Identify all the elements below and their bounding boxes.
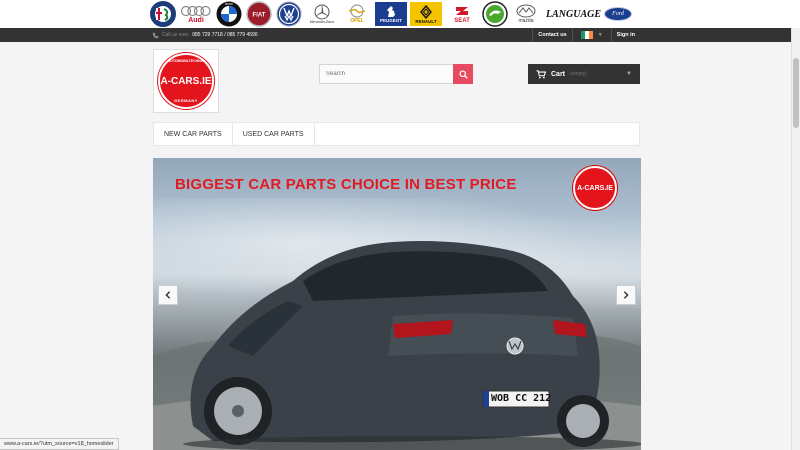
- slider-logo-badge: A-CARS.IE: [573, 166, 617, 210]
- cart-button[interactable]: Cart (empty) ▼: [528, 64, 640, 84]
- renault-label: RENAULT: [415, 18, 437, 24]
- page-scrollbar[interactable]: [791, 28, 800, 450]
- opel-label: OPEL: [350, 18, 364, 24]
- ford-logo[interactable]: Ford: [604, 7, 633, 21]
- volkswagen-logo[interactable]: [276, 1, 302, 27]
- search-input[interactable]: [319, 64, 453, 84]
- opel-logo[interactable]: OPEL: [342, 1, 372, 27]
- volkswagen-icon: [276, 1, 302, 27]
- phone-icon: [152, 32, 159, 39]
- chevron-right-icon: [623, 291, 629, 299]
- bmw-icon: BMW: [216, 1, 242, 27]
- skoda-icon: [482, 1, 508, 27]
- seat-icon: [456, 7, 468, 15]
- scrollbar-thumb[interactable]: [793, 58, 799, 128]
- call-us-label: Call us now:: [162, 32, 190, 38]
- audi-rings-icon: [180, 5, 211, 16]
- cart-status: (empty): [570, 71, 587, 77]
- peugeot-lion-icon: [387, 6, 395, 17]
- status-bar-url: www.a-cars.ie/?utm_source=v18_homeslider: [0, 438, 119, 450]
- alfa-romeo-icon: [150, 1, 176, 27]
- ford-label: Ford: [612, 11, 624, 17]
- peugeot-label: PEUGEOT: [379, 18, 402, 23]
- logo-ring-bottom: GERMANY: [174, 98, 198, 103]
- chevron-down-icon: ▼: [597, 32, 603, 38]
- mazda-label: mazda: [518, 18, 534, 24]
- cart-icon: [536, 69, 546, 78]
- header: AUTOMOBILTECHNIK A-CARS.IE GERMANY Cart …: [0, 42, 800, 122]
- language-selector[interactable]: ▼: [571, 28, 611, 42]
- mazda-icon: [516, 4, 536, 18]
- fiat-logo[interactable]: FIAT: [245, 1, 273, 27]
- slider-next-button[interactable]: [616, 285, 636, 305]
- svg-text:BMW: BMW: [225, 2, 233, 6]
- seat-label: SEAT: [454, 18, 470, 24]
- top-bar: Call us now: 085 729 7718 / 085 779 4590…: [0, 28, 800, 42]
- call-us: Call us now: 085 729 7718 / 085 779 4590: [152, 28, 258, 42]
- slider-headline: BIGGEST CAR PARTS CHOICE IN BEST PRICE: [175, 176, 517, 193]
- sign-in-link[interactable]: Sign in: [610, 28, 640, 42]
- slider-prev-button[interactable]: [158, 285, 178, 305]
- top-right-nav: Contact us ▼ Sign in: [532, 28, 640, 42]
- search-icon: [458, 69, 468, 79]
- menu-item-new-car-parts[interactable]: NEW CAR PARTS: [154, 123, 233, 145]
- bmw-logo[interactable]: BMW: [216, 1, 242, 27]
- opel-icon: [348, 4, 366, 18]
- phone-number: 085 729 7718 / 085 779 4590: [192, 32, 258, 38]
- cart-label: Cart: [551, 70, 566, 78]
- license-plate: WOB CC 212: [491, 393, 552, 404]
- logo-main-text: A-CARS.IE: [160, 75, 212, 87]
- slider-badge-text: A-CARS.IE: [577, 184, 613, 192]
- alfa-romeo-logo[interactable]: [150, 1, 176, 27]
- site-logo[interactable]: AUTOMOBILTECHNIK A-CARS.IE GERMANY: [153, 49, 219, 113]
- brand-logo-strip: Audi BMW FIAT Mercedes-Benz OPEL PEUGEOT…: [0, 0, 800, 28]
- mercedes-label: Mercedes-Benz: [309, 20, 335, 24]
- main-menu: NEW CAR PARTS USED CAR PARTS: [153, 122, 640, 146]
- home-slider[interactable]: BIGGEST CAR PARTS CHOICE IN BEST PRICE W…: [153, 158, 641, 450]
- seat-logo[interactable]: SEAT: [445, 1, 479, 27]
- brand-logos: Audi BMW FIAT Mercedes-Benz OPEL PEUGEOT…: [150, 1, 633, 27]
- fiat-icon: FIAT: [246, 1, 272, 27]
- language-label[interactable]: LANGUAGE: [546, 9, 601, 20]
- logo-ring-top: AUTOMOBILTECHNIK: [167, 59, 205, 63]
- svg-text:FIAT: FIAT: [253, 13, 266, 19]
- renault-logo[interactable]: RENAULT: [410, 2, 442, 26]
- search-form: [319, 64, 473, 84]
- ireland-flag-icon: [580, 31, 593, 39]
- mercedes-star-icon: [314, 4, 330, 20]
- chevron-left-icon: [165, 291, 171, 299]
- contact-us-link[interactable]: Contact us: [532, 28, 571, 42]
- logo-badge: AUTOMOBILTECHNIK A-CARS.IE GERMANY: [158, 53, 214, 109]
- chevron-down-icon: ▼: [626, 71, 632, 77]
- audi-logo[interactable]: Audi: [179, 1, 213, 27]
- menu-item-used-car-parts[interactable]: USED CAR PARTS: [233, 123, 315, 145]
- mercedes-logo[interactable]: Mercedes-Benz: [305, 1, 339, 27]
- car-image: [153, 241, 641, 450]
- skoda-logo[interactable]: [482, 1, 508, 27]
- audi-label: Audi: [188, 16, 204, 24]
- peugeot-logo[interactable]: PEUGEOT: [375, 2, 407, 26]
- search-button[interactable]: [453, 64, 473, 84]
- mazda-logo[interactable]: mazda: [511, 1, 541, 27]
- renault-diamond-icon: [420, 4, 432, 19]
